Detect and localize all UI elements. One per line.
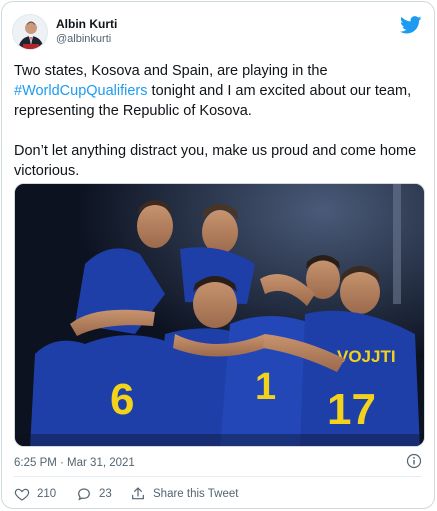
tweet-text-start: Two states, Kosova and Spain, are playin…	[14, 63, 328, 79]
reply-button[interactable]: 23	[76, 484, 112, 504]
svg-text:1: 1	[255, 366, 276, 408]
heart-icon	[14, 488, 30, 501]
tweet-header: Albin Kurti @albinkurti	[12, 14, 424, 54]
tweet-paragraph-1: Two states, Kosova and Spain, are playin…	[14, 61, 424, 121]
svg-text:VOJJTI: VOJJTI	[337, 347, 396, 366]
reply-bubble-icon	[78, 488, 90, 501]
tweet-timestamp[interactable]: 6:25 PM · Mar 31, 2021	[14, 457, 135, 469]
svg-text:6: 6	[110, 375, 134, 424]
tweet-meta: 6:25 PM · Mar 31, 2021	[14, 453, 422, 471]
tweet-card[interactable]: Albin Kurti @albinkurti Two states, Koso…	[1, 1, 435, 509]
like-button[interactable]: 210	[14, 484, 56, 504]
tweet-photo[interactable]: 6 1 VOJJTI 17	[14, 183, 425, 447]
tweet-actions: 210 23 Share this Tweet	[14, 484, 422, 504]
share-label: Share this Tweet	[153, 488, 239, 500]
like-count: 210	[37, 488, 57, 500]
share-icon	[132, 487, 144, 500]
svg-text:17: 17	[327, 385, 376, 434]
hashtag-link[interactable]: #WorldCupQualifiers	[14, 83, 148, 99]
info-icon[interactable]	[406, 453, 422, 469]
avatar[interactable]	[12, 14, 48, 50]
author-handle[interactable]: @albinkurti	[56, 32, 117, 46]
divider	[14, 476, 422, 477]
reply-count: 23	[99, 488, 112, 500]
tweet-text: Two states, Kosova and Spain, are playin…	[14, 61, 424, 181]
author-display-name[interactable]: Albin Kurti	[56, 17, 117, 32]
tweet-paragraph-2: Don’t let anything distract you, make us…	[14, 143, 417, 179]
author-names: Albin Kurti @albinkurti	[56, 17, 117, 46]
twitter-bird-icon[interactable]	[400, 16, 422, 34]
share-button[interactable]: Share this Tweet	[130, 484, 238, 504]
